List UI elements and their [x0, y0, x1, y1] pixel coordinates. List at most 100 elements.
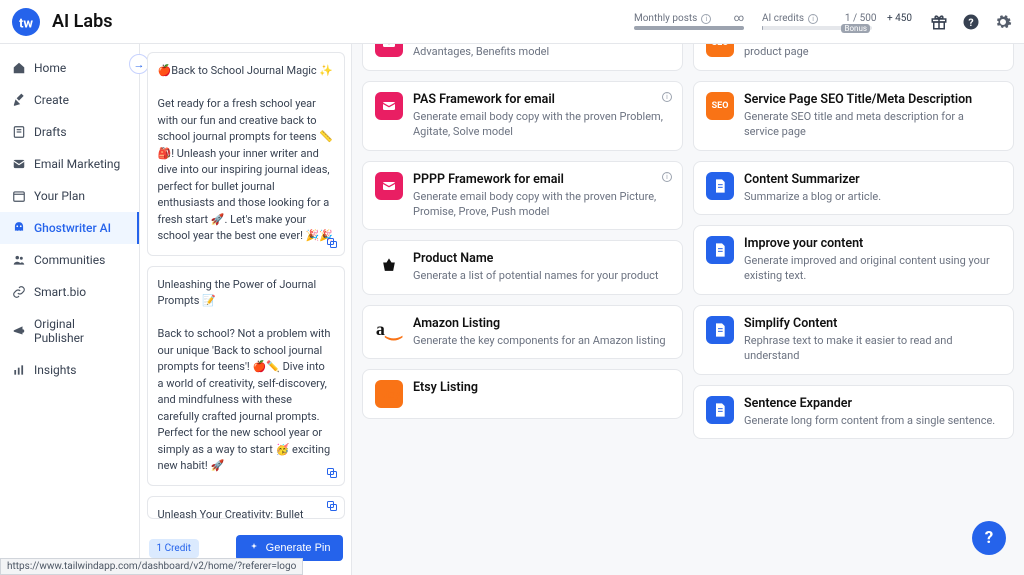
monthly-value: ∞: [734, 13, 744, 24]
bonus-value: + 450: [887, 13, 912, 24]
copy-icon[interactable]: [326, 467, 338, 479]
info-icon[interactable]: i: [808, 14, 818, 24]
template-title: Sentence Expander: [744, 396, 1001, 411]
mail-icon: [375, 92, 403, 120]
sidebar-label: Create: [34, 93, 69, 107]
generated-card[interactable]: Unleashing the Power of Journal Prompts …: [147, 266, 345, 486]
template-title: Content Summarizer: [744, 172, 1001, 187]
basket-icon: [375, 251, 403, 279]
sparkle-icon: [248, 542, 260, 554]
templates-area: Generate email body copy with the proven…: [352, 44, 1024, 575]
info-icon[interactable]: i: [662, 92, 672, 102]
brand-logo: tw: [12, 8, 40, 36]
mail-icon: [375, 44, 403, 57]
template-card[interactable]: a⏝ Amazon Listing Generate the key compone…: [362, 305, 683, 359]
sidebar-label: Your Plan: [34, 189, 85, 203]
doc-icon: [706, 236, 734, 264]
template-desc: Generate SEO title and meta description …: [744, 44, 1001, 60]
gen-body: Back to school? Not a problem with our u…: [158, 326, 334, 475]
template-desc: Rephrase text to make it easier to read …: [744, 333, 1001, 364]
template-title: Etsy Listing: [413, 380, 670, 395]
sidebar-item-ghostwriter[interactable]: Ghostwriter AI: [0, 212, 139, 244]
help-fab[interactable]: ?: [972, 521, 1006, 555]
template-card[interactable]: SEO Generate SEO title and meta descripti…: [693, 44, 1014, 71]
sidebar-item-email[interactable]: Email Marketing: [0, 148, 139, 180]
gear-icon[interactable]: [994, 13, 1012, 31]
status-url: https://www.tailwindapp.com/dashboard/v2…: [0, 558, 303, 575]
template-column-right: SEO Generate SEO title and meta descripti…: [693, 52, 1014, 567]
seo-icon: SEO: [706, 44, 734, 57]
info-icon[interactable]: i: [701, 14, 711, 24]
seo-icon: SEO: [706, 92, 734, 120]
template-desc: Generate improved and original content u…: [744, 253, 1001, 284]
generated-column: 🍎Back to School Journal Magic ✨ Get read…: [140, 44, 352, 575]
template-card[interactable]: PAS Framework for email Generate email bo…: [362, 81, 683, 151]
template-title: Amazon Listing: [413, 316, 670, 331]
page-title: AI Labs: [52, 11, 112, 32]
sidebar-label: Ghostwriter AI: [34, 221, 111, 235]
gen-title: Unleashing the Power of Journal Prompts …: [158, 277, 334, 310]
template-card[interactable]: SEO Service Page SEO Title/Meta Descripti…: [693, 81, 1014, 151]
template-title: Simplify Content: [744, 316, 1001, 331]
doc-icon: [706, 172, 734, 200]
template-desc: Generate SEO title and meta description …: [744, 109, 1001, 140]
monthly-posts-stat: Monthly posts i ∞: [634, 13, 744, 30]
sidebar-label: Original Publisher: [34, 317, 127, 345]
sidebar-item-home[interactable]: Home: [0, 52, 139, 84]
template-card[interactable]: Product Name Generate a list of potential…: [362, 240, 683, 294]
sidebar: → Home Create Drafts Email Marketing You…: [0, 44, 140, 575]
generated-card[interactable]: 🍎Back to School Journal Magic ✨ Get read…: [147, 52, 345, 256]
template-card[interactable]: PPPP Framework for emailGenerate email b…: [362, 161, 683, 231]
sidebar-item-insights[interactable]: Insights: [0, 354, 139, 386]
template-card[interactable]: Sentence Expander Generate long form cont…: [693, 385, 1014, 439]
generated-card[interactable]: Unleash Your Creativity: Bullet Journali…: [147, 496, 345, 520]
monthly-label: Monthly posts: [634, 13, 697, 24]
sidebar-label: Email Marketing: [34, 157, 120, 171]
sidebar-label: Home: [34, 61, 66, 75]
credit-badge: 1 Credit: [149, 539, 200, 558]
mail-icon: [375, 172, 403, 200]
copy-icon[interactable]: [326, 500, 338, 512]
template-title: Improve your content: [744, 236, 1001, 251]
template-desc: Generate email body copy with the proven…: [413, 189, 670, 220]
sidebar-item-drafts[interactable]: Drafts: [0, 116, 139, 148]
template-desc: Generate the key components for an Amazo…: [413, 333, 670, 348]
gift-icon[interactable]: [930, 13, 948, 31]
gen-title: Unleash Your Creativity: Bullet Journali…: [158, 507, 334, 520]
sidebar-item-publisher[interactable]: Original Publisher: [0, 308, 139, 354]
main: → Home Create Drafts Email Marketing You…: [0, 44, 1024, 575]
content-area: 🍎Back to School Journal Magic ✨ Get read…: [140, 44, 1024, 575]
credits-label: AI credits: [762, 13, 804, 24]
template-desc: Summarize a blog or article.: [744, 189, 1001, 204]
ai-credits-stat: AI creditsi1 / 500 + 450 Bonus: [762, 13, 912, 30]
info-icon[interactable]: i: [662, 172, 672, 182]
sidebar-item-smartbio[interactable]: Smart.bio: [0, 276, 139, 308]
template-column-left: Generate email body copy with the proven…: [362, 52, 683, 567]
sidebar-item-create[interactable]: Create: [0, 84, 139, 116]
sidebar-label: Smart.bio: [34, 285, 86, 299]
topbar: tw AI Labs Monthly postsi∞ AI creditsi1 …: [0, 0, 1024, 44]
template-title: Service Page SEO Title/Meta Description: [744, 92, 1001, 107]
sidebar-item-communities[interactable]: Communities: [0, 244, 139, 276]
template-desc: Generate email body copy with the proven…: [413, 109, 670, 140]
copy-icon[interactable]: [326, 237, 338, 249]
sidebar-label: Drafts: [34, 125, 67, 139]
doc-icon: [706, 316, 734, 344]
template-title: Product Name: [413, 251, 670, 266]
template-desc: Generate long form content from a single…: [744, 413, 1001, 428]
template-card[interactable]: Generate email body copy with the proven…: [362, 44, 683, 71]
sidebar-item-plan[interactable]: Your Plan: [0, 180, 139, 212]
bonus-tag: Bonus: [841, 24, 870, 33]
gen-body: Get ready for a fresh school year with o…: [158, 96, 334, 245]
sidebar-label: Communities: [34, 253, 105, 267]
template-card[interactable]: Improve your content Generate improved an…: [693, 225, 1014, 295]
template-title: PAS Framework for email: [413, 92, 670, 107]
sidebar-label: Insights: [34, 363, 76, 377]
template-card[interactable]: Content Summarizer Summarize a blog or ar…: [693, 161, 1014, 215]
template-desc: Generate a list of potential names for y…: [413, 268, 670, 283]
template-card[interactable]: Simplify Content Rephrase text to make it…: [693, 305, 1014, 375]
template-desc: Generate email body copy with the proven…: [413, 44, 670, 60]
amazon-icon: a⏝: [375, 316, 403, 344]
help-icon[interactable]: ?: [962, 13, 980, 31]
template-card[interactable]: EtsyEtsy Listing: [362, 369, 683, 419]
